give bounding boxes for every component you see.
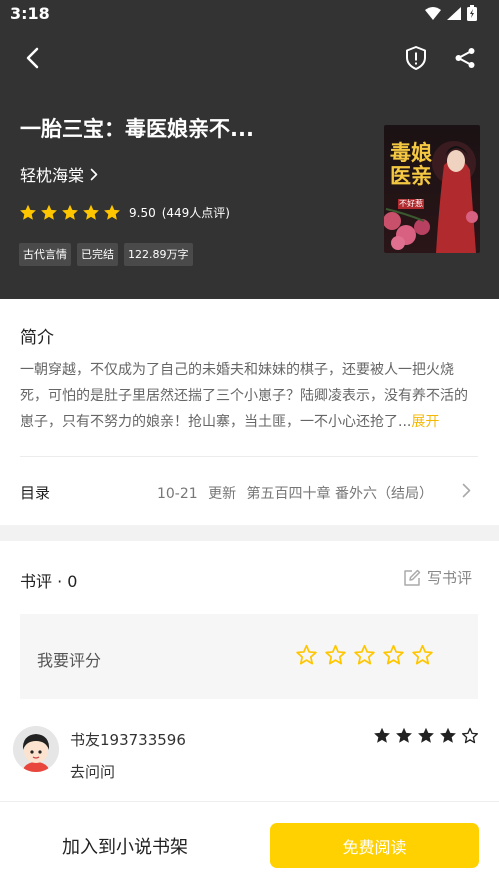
book-cover[interactable]: 毒娘医亲 不好惹 [384, 125, 480, 253]
avatar[interactable] [13, 726, 59, 772]
share-button[interactable] [449, 42, 481, 74]
rating-score: 9.50 [129, 205, 156, 220]
rate-star-1[interactable] [295, 644, 318, 666]
star-icon [440, 727, 456, 743]
cover-subtitle: 不好惹 [399, 199, 423, 208]
add-to-shelf-button[interactable]: 加入到小说书架 [20, 824, 230, 868]
rate-stars [295, 644, 434, 666]
rating-row: 9.50 (449人点评) [19, 204, 230, 221]
edit-icon [404, 569, 421, 586]
reviews-heading: 书评 · 0 [20, 572, 78, 591]
star-icon [374, 727, 390, 743]
rating-stars [19, 204, 121, 221]
table-of-contents-row[interactable]: 目录 10-21 更新 第五百四十章 番外六（结局） [0, 469, 499, 513]
divider [20, 456, 478, 457]
status-bar: 3:18 [0, 0, 499, 28]
star-icon [83, 204, 99, 220]
rate-prompt: 我要评分 [37, 651, 102, 670]
report-button[interactable] [400, 42, 432, 74]
rate-star-3[interactable] [353, 644, 376, 666]
battery-icon [467, 5, 477, 21]
toc-latest-update: 10-21 更新 第五百四十章 番外六（结局） [157, 483, 433, 503]
star-icon [418, 727, 434, 743]
review-item: 书友193733596 去问问 [0, 714, 499, 814]
bottom-action-bar: 加入到小说书架 免费阅读 [0, 801, 499, 887]
star-outline-icon [461, 727, 479, 744]
toc-date: 10-21 [156, 486, 198, 502]
intro-text: 一朝穿越，不仅成为了自己的未婚夫和妹妹的棋子，还要被人一把火烧死，可怕的是肚子里… [20, 362, 468, 430]
author-link[interactable]: 轻枕海棠 [20, 162, 98, 186]
signal-icon [447, 6, 461, 20]
book-tags: 古代言情 已完结 122.89万字 [19, 243, 193, 266]
status-time: 3:18 [10, 4, 50, 23]
back-arrow-icon [26, 47, 39, 69]
author-name: 轻枕海棠 [20, 166, 85, 185]
star-icon [104, 204, 120, 220]
cover-title: 毒娘医亲 [390, 140, 432, 188]
toc-label: 目录 [20, 484, 51, 502]
book-header: 3:18 一胎三宝：毒医娘亲不... 轻枕海棠 9.50 (449人点评) 古代… [0, 0, 499, 299]
intro-text-block: 一朝穿越，不仅成为了自己的未婚夫和妹妹的棋子，还要被人一把火烧死，可怕的是肚子里… [20, 357, 478, 435]
rate-star-5[interactable] [411, 644, 434, 666]
review-text: 去问问 [70, 763, 116, 781]
rate-box: 我要评分 [20, 614, 478, 699]
book-title: 一胎三宝：毒医娘亲不... [20, 117, 254, 141]
expand-link[interactable]: 展开 [411, 414, 439, 430]
rate-star-2[interactable] [324, 644, 347, 666]
intro-section: 简介 一朝穿越，不仅成为了自己的未婚夫和妹妹的棋子，还要被人一把火烧死，可怕的是… [0, 299, 499, 525]
share-icon [455, 48, 475, 68]
write-review-button[interactable]: 写书评 [403, 567, 472, 588]
reviewer-name: 书友193733596 [70, 731, 186, 749]
review-rating [373, 727, 479, 744]
tag-status: 已完结 [77, 243, 118, 266]
star-icon [62, 204, 78, 220]
back-button[interactable] [16, 42, 48, 74]
shield-exclamation-icon [406, 46, 426, 70]
toc-update-label: 更新 [208, 486, 237, 502]
rating-count: (449人点评) [161, 206, 230, 220]
wifi-icon [425, 6, 441, 20]
chevron-right-icon [462, 483, 471, 498]
status-icons [425, 5, 477, 21]
chevron-right-icon [90, 168, 98, 180]
tag-genre: 古代言情 [19, 243, 71, 266]
star-icon [41, 204, 57, 220]
intro-heading: 简介 [20, 328, 54, 348]
tag-word-count: 122.89万字 [124, 243, 193, 266]
write-review-label: 写书评 [426, 569, 472, 587]
rate-star-4[interactable] [382, 644, 405, 666]
star-icon [396, 727, 412, 743]
free-read-button[interactable]: 免费阅读 [270, 823, 479, 868]
toc-latest-chapter: 第五百四十章 番外六（结局） [246, 486, 433, 502]
star-icon [20, 204, 36, 220]
